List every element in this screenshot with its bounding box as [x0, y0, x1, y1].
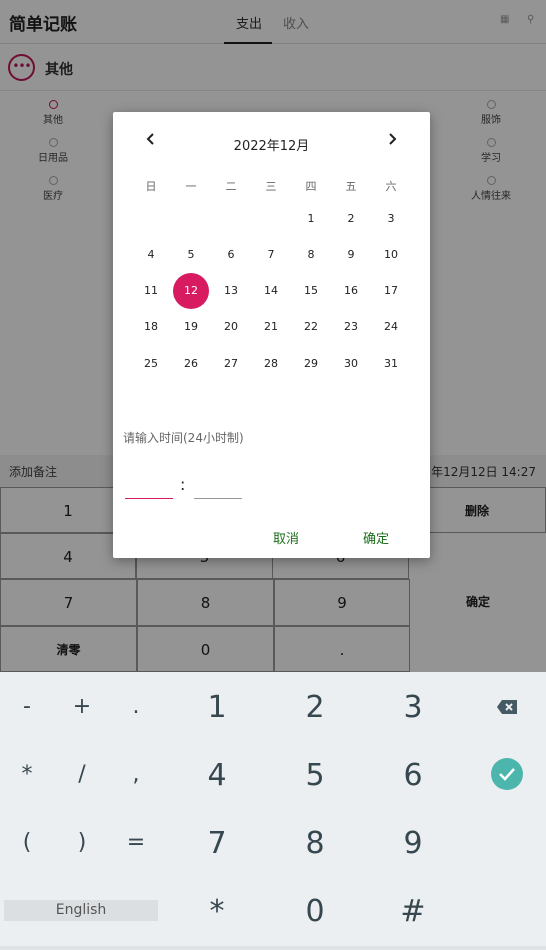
keyboard-key[interactable]: 2 [295, 690, 335, 725]
calendar-day[interactable]: 30 [333, 346, 369, 382]
weekday-label: 二 [225, 180, 237, 193]
calendar-day[interactable]: 10 [373, 237, 409, 273]
nav-bar [0, 946, 546, 950]
keyboard-key[interactable]: * [7, 762, 47, 787]
calendar-day[interactable]: 28 [253, 346, 289, 382]
minute-input[interactable] [194, 481, 242, 499]
calendar-day[interactable]: 11 [133, 273, 169, 309]
keyboard-key[interactable]: 1 [197, 690, 237, 725]
calendar-day[interactable]: 27 [213, 346, 249, 382]
keyboard-key[interactable]: ) [62, 830, 102, 855]
weekday-label: 三 [265, 180, 277, 193]
calendar-day[interactable]: 31 [373, 346, 409, 382]
keyboard-key[interactable]: 4 [197, 758, 237, 793]
soft-keyboard: - +. 1 2 3 * /, 4 5 6 () = 7 8 9 * 0 # English [0, 672, 546, 950]
calendar-day[interactable]: 18 [133, 309, 169, 345]
calendar-day[interactable]: 13 [213, 273, 249, 309]
keyboard-key[interactable]: , [116, 762, 156, 787]
keyboard-key[interactable]: 6 [393, 758, 433, 793]
keyboard-key[interactable]: 9 [393, 826, 433, 861]
cancel-button[interactable]: 取消 [273, 528, 299, 547]
time-separator: : [180, 475, 186, 494]
calendar-day[interactable]: 14 [253, 273, 289, 309]
keyboard-key[interactable]: + [62, 694, 102, 719]
calendar-day[interactable]: 25 [133, 346, 169, 382]
calendar-day[interactable]: 1 [293, 201, 329, 237]
calendar-day[interactable]: 15 [293, 273, 329, 309]
calendar-day[interactable]: 4 [133, 237, 169, 273]
backspace-key[interactable] [496, 699, 518, 719]
calendar-day[interactable]: 17 [373, 273, 409, 309]
keyboard-key[interactable]: 0 [295, 894, 335, 929]
calendar-day-selected[interactable]: 12 [173, 273, 209, 309]
calendar-day[interactable]: 8 [293, 237, 329, 273]
hour-input[interactable] [125, 481, 173, 499]
calendar-day[interactable]: 22 [293, 309, 329, 345]
calendar-day[interactable]: 2 [333, 201, 369, 237]
calendar-day[interactable]: 21 [253, 309, 289, 345]
calendar-day[interactable]: 6 [213, 237, 249, 273]
calendar-day[interactable]: 3 [373, 201, 409, 237]
next-month-button[interactable] [380, 130, 404, 154]
keyboard-key[interactable]: * [197, 894, 237, 929]
weekday-label: 四 [305, 180, 317, 193]
weekday-label: 一 [185, 180, 197, 193]
calendar-day[interactable]: 16 [333, 273, 369, 309]
calendar-day[interactable]: 19 [173, 309, 209, 345]
keyboard-key[interactable]: = [116, 830, 156, 855]
date-picker-dialog: 2022年12月 日一二三四五六 1 2 3 4 5 6 7 8 9 10 11 12 13 14 15 16… [113, 112, 430, 558]
keyboard-key[interactable]: / [62, 762, 102, 787]
keyboard-key[interactable]: 3 [393, 690, 433, 725]
weekday-label: 六 [385, 180, 397, 193]
calendar-day[interactable]: 24 [373, 309, 409, 345]
keyboard-key[interactable]: # [393, 894, 433, 929]
calendar-day[interactable]: 29 [293, 346, 329, 382]
calendar-day[interactable]: 20 [213, 309, 249, 345]
keyboard-key[interactable]: 8 [295, 826, 335, 861]
chevron-right-icon [389, 133, 397, 145]
calendar-day[interactable]: 9 [333, 237, 369, 273]
calendar-day[interactable]: 23 [333, 309, 369, 345]
time-prompt: 请输入时间(24小时制) [123, 431, 244, 445]
keyboard-key[interactable]: 7 [197, 826, 237, 861]
backspace-icon [497, 700, 517, 714]
calendar-day[interactable]: 26 [173, 346, 209, 382]
checkmark-icon [499, 768, 515, 781]
keyboard-key[interactable]: ( [7, 830, 47, 855]
keyboard-key[interactable]: - [7, 694, 47, 719]
english-key[interactable]: English [4, 900, 158, 921]
weekday-label: 日 [145, 180, 157, 193]
weekday-label: 五 [345, 180, 357, 193]
ok-button[interactable]: 确定 [363, 528, 389, 547]
calendar-day[interactable]: 5 [173, 237, 209, 273]
keyboard-key[interactable]: . [116, 694, 156, 719]
calendar-day[interactable]: 7 [253, 237, 289, 273]
keyboard-key[interactable]: 5 [295, 758, 335, 793]
done-key[interactable] [491, 758, 523, 790]
